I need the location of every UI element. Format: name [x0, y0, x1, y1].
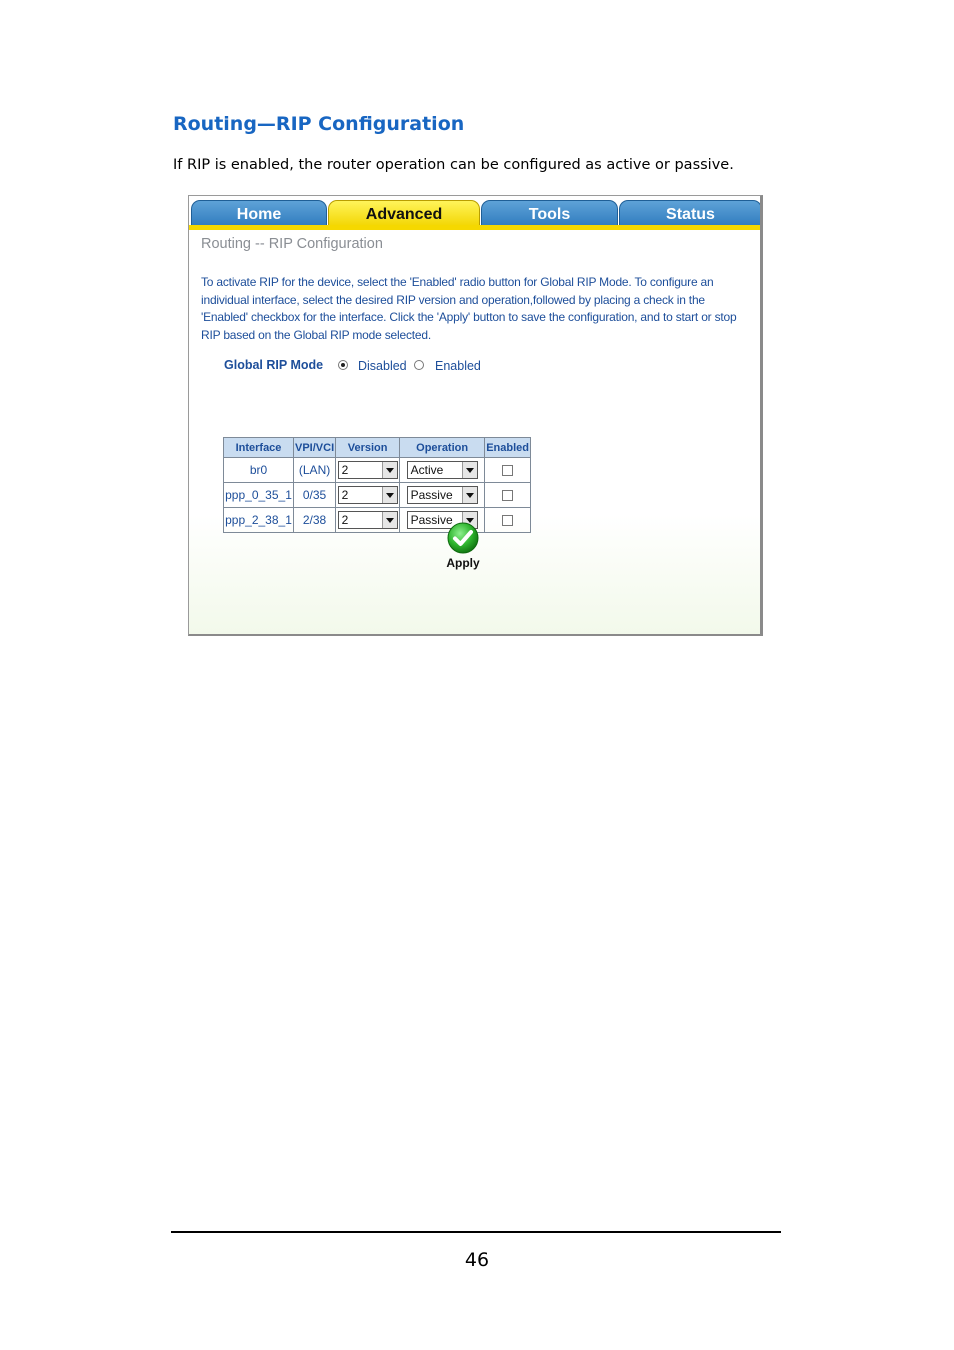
table-row: br0 (LAN) 2 Active	[223, 457, 532, 483]
header-enabled: Enabled	[484, 437, 532, 458]
table-header-row: Interface VPI/VCI Version Operation Enab…	[223, 437, 532, 458]
tab-status[interactable]: Status	[619, 200, 760, 227]
version-select[interactable]: 2	[337, 461, 398, 479]
apply-label: Apply	[446, 556, 480, 570]
cell-version: 2	[335, 507, 401, 533]
doc-heading: Routing—RIP Configuration	[173, 113, 465, 135]
apply-button[interactable]: Apply	[445, 522, 481, 570]
cell-vpivci: (LAN)	[292, 457, 337, 483]
chevron-down-icon[interactable]	[461, 487, 477, 503]
operation-select[interactable]: Active	[406, 461, 478, 479]
cell-enabled	[484, 482, 532, 508]
footer-rule	[171, 1231, 781, 1233]
cell-version: 2	[335, 482, 401, 508]
cell-interface: ppp_2_38_1	[223, 507, 294, 533]
content-panel: Routing -- RIP Configuration To activate…	[189, 230, 760, 634]
version-select[interactable]: 2	[337, 511, 398, 529]
main-tab-bar: Home Advanced Tools Status	[189, 198, 760, 228]
chevron-down-icon[interactable]	[381, 462, 397, 478]
page-title: Routing -- RIP Configuration	[201, 236, 383, 252]
operation-select[interactable]: Passive	[406, 486, 478, 504]
header-version: Version	[335, 437, 401, 458]
enabled-checkbox[interactable]	[502, 490, 514, 502]
header-vpivci: VPI/VCI	[292, 437, 337, 458]
version-value: 2	[341, 463, 349, 477]
enabled-checkbox[interactable]	[502, 465, 514, 477]
radio-enabled[interactable]	[414, 360, 424, 370]
cell-enabled	[484, 507, 532, 533]
cell-enabled	[484, 457, 532, 483]
operation-value: Active	[410, 463, 444, 477]
radio-disabled-label: Disabled	[358, 359, 407, 373]
chevron-down-icon[interactable]	[381, 512, 397, 528]
rip-interface-table: Interface VPI/VCI Version Operation Enab…	[223, 437, 532, 533]
table-row: ppp_2_38_1 2/38 2 Passive	[223, 507, 532, 533]
enabled-checkbox[interactable]	[502, 515, 514, 527]
page-number: 46	[464, 1249, 490, 1271]
checkmark-icon	[447, 522, 479, 554]
radio-enabled-label: Enabled	[435, 359, 481, 373]
header-interface: Interface	[223, 437, 294, 458]
cell-vpivci: 2/38	[292, 507, 337, 533]
cell-operation: Passive	[399, 482, 486, 508]
page-description: To activate RIP for the device, select t…	[201, 275, 737, 342]
cell-vpivci: 0/35	[292, 482, 337, 508]
operation-value: Passive	[410, 488, 453, 502]
cell-version: 2	[335, 457, 401, 483]
router-screenshot: Home Advanced Tools Status Routing -- RI…	[188, 195, 763, 636]
table-row: ppp_0_35_1 0/35 2 Passive	[223, 482, 532, 508]
chevron-down-icon[interactable]	[381, 487, 397, 503]
tab-home[interactable]: Home	[191, 200, 327, 227]
version-value: 2	[341, 488, 349, 502]
cell-interface: ppp_0_35_1	[223, 482, 294, 508]
version-value: 2	[341, 513, 349, 527]
header-operation: Operation	[399, 437, 486, 458]
doc-intro-text: If RIP is enabled, the router operation …	[173, 157, 734, 173]
global-rip-mode-label: Global RIP Mode	[224, 358, 324, 372]
chevron-down-icon[interactable]	[461, 462, 477, 478]
tab-tools[interactable]: Tools	[481, 200, 618, 227]
version-select[interactable]: 2	[337, 486, 398, 504]
tab-advanced[interactable]: Advanced	[328, 200, 480, 227]
cell-interface: br0	[223, 457, 294, 483]
cell-operation: Active	[399, 457, 486, 483]
radio-disabled[interactable]	[338, 360, 348, 370]
